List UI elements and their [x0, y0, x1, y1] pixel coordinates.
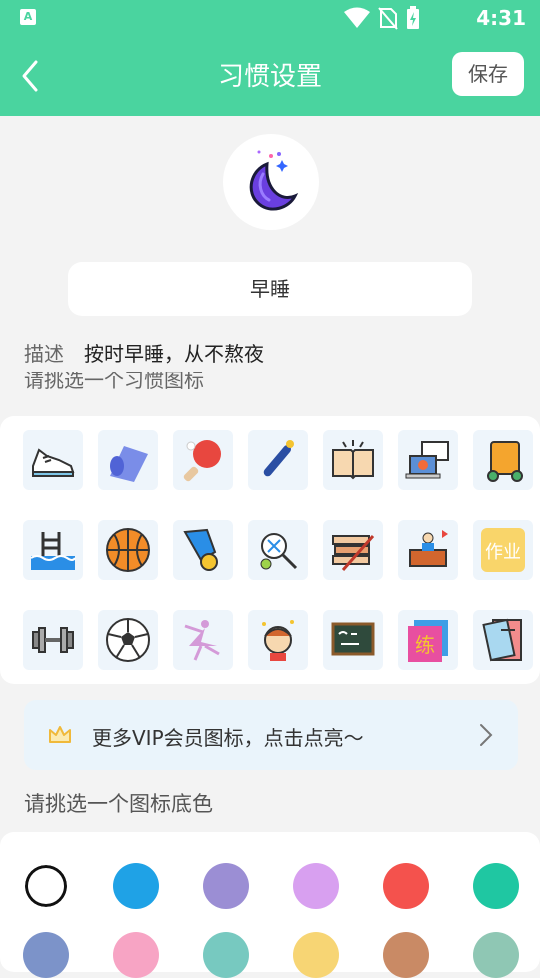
description-label: 描述	[24, 342, 64, 366]
homework-icon: 作业	[481, 528, 525, 572]
icon-option[interactable]	[248, 610, 308, 670]
online-class-icon	[405, 441, 449, 479]
crown-icon	[49, 726, 71, 743]
luggage-icon	[487, 441, 523, 482]
practice-icon: 练	[408, 620, 448, 662]
icon-option[interactable]	[398, 520, 458, 580]
notebook-icon	[482, 618, 522, 662]
icon-section-label: 请挑选一个习惯图标	[24, 372, 204, 390]
icon-option[interactable]	[473, 610, 533, 670]
color-swatch[interactable]	[113, 863, 159, 909]
no-sim-icon	[378, 7, 398, 30]
svg-text:练: 练	[415, 633, 435, 657]
lecture-desk-icon	[409, 530, 448, 567]
swimming-pool-icon	[30, 532, 76, 570]
color-swatch[interactable]	[293, 932, 339, 978]
icon-option[interactable]	[398, 430, 458, 490]
icon-option[interactable]: 作业	[473, 520, 533, 580]
icon-option[interactable]	[173, 610, 233, 670]
icon-option[interactable]	[23, 520, 83, 580]
icon-option[interactable]	[98, 520, 158, 580]
color-swatch[interactable]	[203, 863, 249, 909]
status-time: 4:31	[476, 6, 526, 30]
battery-charging-icon	[407, 6, 419, 29]
color-swatch[interactable]	[383, 932, 429, 978]
icon-option[interactable]	[98, 610, 158, 670]
icon-option[interactable]	[473, 430, 533, 490]
icon-option[interactable]	[323, 520, 383, 580]
thinking-icon	[262, 620, 294, 661]
save-button[interactable]: 保存	[452, 52, 524, 96]
color-swatch-selected[interactable]	[23, 863, 69, 909]
color-swatch[interactable]	[293, 863, 339, 909]
color-section-label: 请挑选一个图标底色	[24, 792, 213, 816]
icon-option[interactable]	[323, 610, 383, 670]
icon-option[interactable]	[248, 520, 308, 580]
notification-app-icon: A	[20, 9, 36, 25]
basketball-icon	[106, 528, 150, 572]
vip-banner-text: 更多VIP会员图标，点击点亮～	[92, 726, 364, 750]
icon-option[interactable]	[248, 430, 308, 490]
open-book-icon	[332, 440, 374, 480]
icon-option[interactable]	[323, 430, 383, 490]
study-books-icon	[332, 535, 375, 571]
moon-icon	[249, 150, 299, 211]
badminton-icon	[183, 528, 218, 571]
selected-habit-icon[interactable]	[223, 134, 319, 230]
color-grid	[0, 832, 540, 978]
icon-option[interactable]	[23, 610, 83, 670]
color-swatch[interactable]	[23, 932, 69, 978]
chevron-right-icon	[480, 724, 493, 746]
status-bar: A 4:31	[0, 0, 540, 36]
blackboard-icon	[331, 622, 375, 656]
icon-option[interactable]	[98, 430, 158, 490]
color-swatch[interactable]	[473, 863, 519, 909]
icon-grid: 作业 练	[0, 416, 540, 684]
icon-option[interactable]	[23, 430, 83, 490]
icon-option[interactable]	[173, 520, 233, 580]
svg-text:作业: 作业	[485, 542, 521, 563]
tennis-icon	[260, 533, 298, 570]
color-swatch[interactable]	[383, 863, 429, 909]
dumbbell-icon	[32, 627, 74, 653]
color-swatch[interactable]	[113, 932, 159, 978]
habit-name-input[interactable]: 早睡	[68, 262, 472, 316]
sneaker-icon	[32, 448, 75, 477]
app-bar: 习惯设置 保存	[0, 36, 540, 116]
baseball-bat-icon	[263, 440, 294, 477]
ping-pong-icon	[183, 440, 221, 482]
ballet-icon	[184, 620, 220, 661]
wifi-icon	[344, 7, 370, 28]
yoga-mat-icon	[110, 446, 148, 482]
color-swatch[interactable]	[473, 932, 519, 978]
icon-option[interactable]	[173, 430, 233, 490]
icon-option[interactable]: 练	[398, 610, 458, 670]
vip-icons-banner[interactable]: 更多VIP会员图标，点击点亮～	[24, 700, 518, 770]
color-swatch[interactable]	[203, 932, 249, 978]
description-input[interactable]: 按时早睡，从不熬夜	[84, 338, 264, 367]
soccer-ball-icon	[106, 618, 150, 662]
